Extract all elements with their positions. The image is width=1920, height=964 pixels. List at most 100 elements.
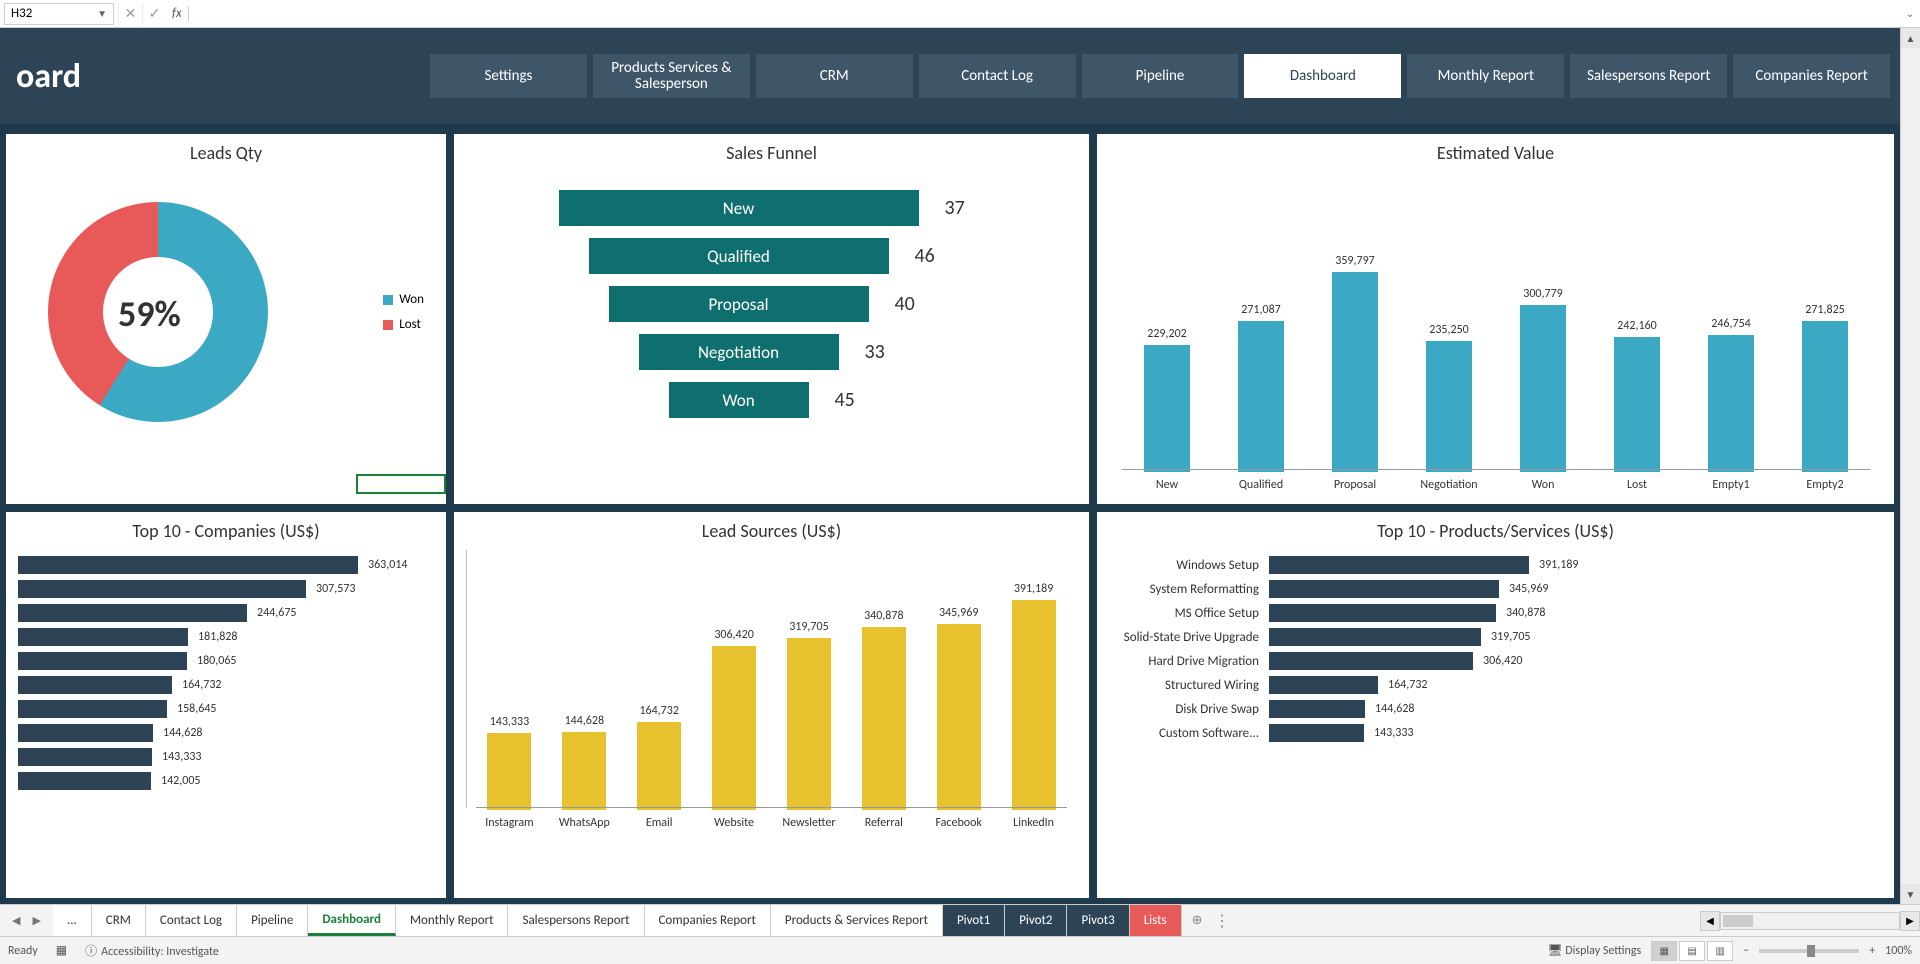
selected-cell-marker[interactable]	[356, 474, 446, 494]
scroll-left-icon[interactable]: ◀	[1700, 911, 1720, 931]
tab-scroll-drag-icon[interactable]: ⋮	[1212, 911, 1232, 931]
funnel-bar: Won	[669, 382, 809, 418]
zoom-out-button[interactable]: −	[1743, 944, 1749, 958]
sheet-tab-pivot1[interactable]: Pivot1	[943, 905, 1005, 936]
funnel-bar: Qualified	[589, 238, 889, 274]
enter-icon[interactable]: ✓	[142, 3, 166, 25]
column-bar	[787, 638, 831, 810]
sheet-tab-dashboard[interactable]: Dashboard	[308, 905, 396, 936]
funnel-chart: New37Qualified46Proposal40Negotiation33W…	[466, 172, 1077, 418]
category-label: LinkedIn	[1013, 816, 1054, 830]
chevron-down-icon[interactable]: ▼	[97, 7, 107, 20]
category-label: Won	[1532, 478, 1555, 492]
hbar	[18, 628, 188, 646]
data-label: 144,628	[1375, 702, 1415, 716]
expand-formula-icon[interactable]: ⌄	[1900, 7, 1920, 20]
category-label: System Reformatting	[1109, 582, 1259, 597]
funnel-row: Proposal40	[466, 286, 1077, 322]
sheet-tab-companies-report[interactable]: Companies Report	[645, 905, 771, 936]
sheet-tab-lists[interactable]: Lists	[1130, 905, 1182, 936]
sheet-tab-contact-log[interactable]: Contact Log	[146, 905, 237, 936]
data-label: 144,628	[565, 714, 605, 728]
display-settings-button[interactable]: 🖥 Display Settings	[1547, 943, 1641, 958]
sheet-tab-crm[interactable]: CRM	[92, 905, 146, 936]
category-label: Custom Software...	[1109, 726, 1259, 741]
sheet-tab-pivot2[interactable]: Pivot2	[1005, 905, 1067, 936]
accessibility-status[interactable]: ⓘAccessibility: Investigate	[85, 942, 219, 959]
sheet-tab-salespersons-report[interactable]: Salespersons Report	[508, 905, 644, 936]
scroll-down-icon[interactable]: ▼	[1901, 884, 1920, 904]
hbar	[18, 724, 153, 742]
data-label: 306,420	[714, 628, 754, 642]
nav-tab-products-services-salesperson[interactable]: Products Services & Salesperson	[593, 54, 750, 98]
fx-icon[interactable]: fx	[166, 6, 189, 21]
column-bar	[1012, 600, 1056, 810]
scroll-right-icon[interactable]: ▶	[1900, 911, 1920, 931]
zoom-in-button[interactable]: +	[1869, 944, 1875, 958]
column: 319,705Newsletter	[772, 620, 847, 830]
column: 300,779Won	[1496, 287, 1590, 492]
nav-tab-pipeline[interactable]: Pipeline	[1082, 54, 1239, 98]
data-label: 242,160	[1617, 319, 1657, 333]
data-label: 271,087	[1241, 303, 1281, 317]
scroll-thumb[interactable]	[1723, 915, 1753, 927]
cancel-icon[interactable]: ✕	[118, 3, 142, 25]
sheet-tab-bar: ◀ ▶ ...CRMContact LogPipelineDashboardMo…	[0, 904, 1920, 936]
data-label: 391,189	[1014, 582, 1054, 596]
category-label: Proposal	[1334, 478, 1376, 492]
data-label: 244,675	[257, 606, 297, 620]
view-page-layout-icon[interactable]: ▤	[1679, 941, 1705, 961]
view-page-break-icon[interactable]: ▥	[1707, 941, 1733, 961]
category-label: Instagram	[485, 816, 533, 830]
data-label: 180,065	[197, 654, 237, 668]
hbar-row: 244,675	[18, 604, 434, 622]
sheet-tab--[interactable]: ...	[53, 905, 92, 936]
hbar-row: Custom Software...143,333	[1109, 724, 1882, 742]
donut-center-label: 59%	[118, 292, 181, 336]
name-box[interactable]: H32 ▼	[4, 3, 114, 25]
nav-tab-settings[interactable]: Settings	[430, 54, 587, 98]
horizontal-scrollbar[interactable]: ◀ ▶	[1700, 911, 1920, 931]
column-bar	[1708, 335, 1754, 472]
hbar-row: Solid-State Drive Upgrade319,705	[1109, 628, 1882, 646]
hbar	[18, 652, 187, 670]
data-label: 164,732	[182, 678, 222, 692]
nav-tab-dashboard[interactable]: Dashboard	[1244, 54, 1401, 98]
scroll-up-icon[interactable]: ▲	[1901, 28, 1920, 48]
sheet-tab-pivot3[interactable]: Pivot3	[1067, 905, 1129, 936]
scroll-track[interactable]	[1720, 912, 1900, 930]
hbar-row: 180,065	[18, 652, 434, 670]
sheet-nav-next-icon[interactable]: ▶	[28, 912, 44, 929]
funnel-row: Qualified46	[466, 238, 1077, 274]
category-label: Website	[714, 816, 754, 830]
funnel-bar: Proposal	[609, 286, 869, 322]
legend-label: Won	[399, 292, 424, 307]
data-label: 164,732	[1388, 678, 1428, 692]
data-label: 391,189	[1539, 558, 1579, 572]
nav-tab-monthly-report[interactable]: Monthly Report	[1407, 54, 1564, 98]
zoom-slider[interactable]	[1759, 949, 1859, 953]
nav-tab-contact-log[interactable]: Contact Log	[919, 54, 1076, 98]
data-label: 363,014	[368, 558, 408, 572]
macro-record-icon[interactable]: ▦	[56, 943, 67, 958]
nav-tab-companies-report[interactable]: Companies Report	[1733, 54, 1890, 98]
sheet-nav-prev-icon[interactable]: ◀	[8, 912, 24, 929]
column-bar	[1520, 305, 1566, 472]
card-lead-sources: Lead Sources (US$) 143,333Instagram144,6…	[454, 512, 1089, 898]
sheet-tab-monthly-report[interactable]: Monthly Report	[396, 905, 509, 936]
data-label: 143,333	[490, 715, 530, 729]
hbar-row: 143,333	[18, 748, 434, 766]
page-title: oard	[10, 56, 430, 97]
formula-input[interactable]	[189, 3, 1900, 25]
nav-tab-salespersons-report[interactable]: Salespersons Report	[1570, 54, 1727, 98]
zoom-level[interactable]: 100%	[1885, 944, 1912, 958]
add-sheet-button[interactable]: ⊕	[1182, 913, 1213, 928]
data-label: 345,969	[1509, 582, 1549, 596]
sheet-tab-products-services-report[interactable]: Products & Services Report	[771, 905, 943, 936]
sheet-tab-pipeline[interactable]: Pipeline	[237, 905, 308, 936]
column-bar	[1332, 272, 1378, 472]
view-normal-icon[interactable]: ▦	[1651, 941, 1677, 961]
nav-tab-crm[interactable]: CRM	[756, 54, 913, 98]
vertical-scrollbar[interactable]: ▲ ▼	[1900, 28, 1920, 904]
category-label: MS Office Setup	[1109, 606, 1259, 621]
